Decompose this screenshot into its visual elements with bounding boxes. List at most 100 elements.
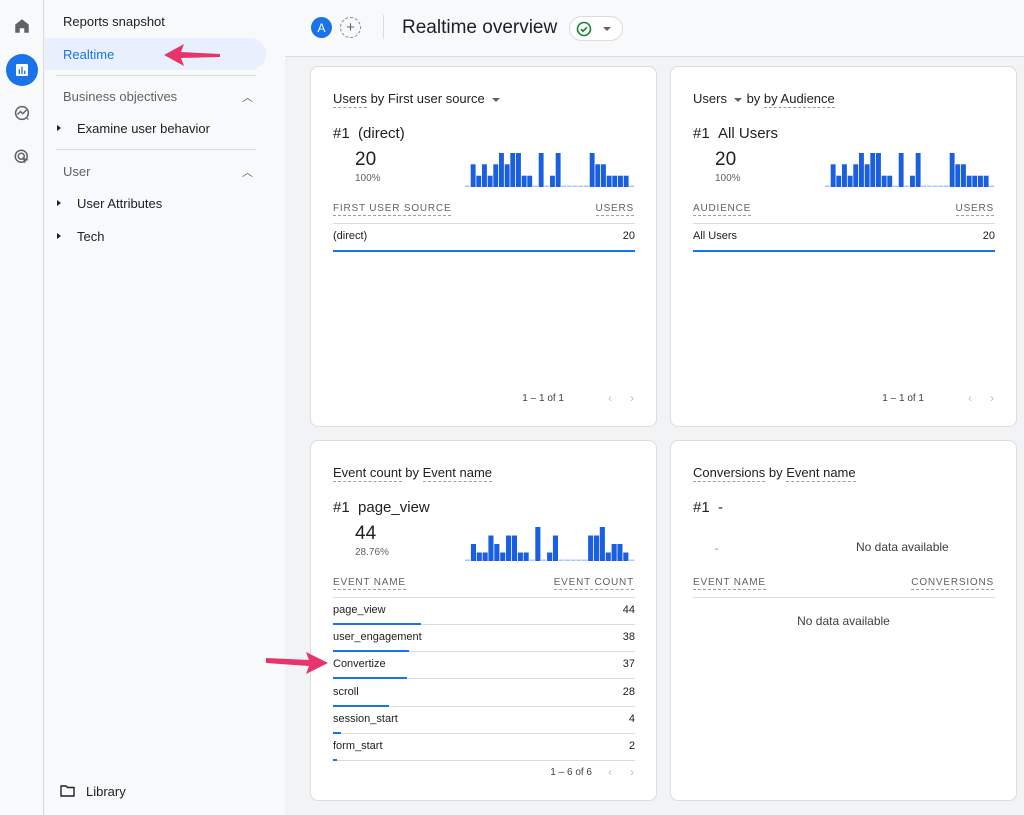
sparkline-bar[interactable] (599, 527, 605, 561)
sparkline-bar[interactable] (521, 175, 527, 187)
nav-examine-user-behavior[interactable]: Examine user behavior (77, 121, 210, 136)
sparkline-bar[interactable] (555, 153, 561, 187)
sparkline-bar[interactable] (949, 153, 955, 187)
table-row[interactable]: form_start 2 (333, 734, 635, 761)
nav-tech[interactable]: Tech (77, 229, 104, 244)
nav-user-attributes[interactable]: User Attributes (77, 196, 162, 211)
sparkline-bar[interactable] (830, 164, 836, 187)
column-header-users[interactable]: USERS (955, 203, 994, 216)
sparkline-bar[interactable] (961, 164, 966, 187)
sparkline-bar[interactable] (629, 559, 635, 562)
sparkline-bar[interactable] (594, 535, 600, 562)
sparkline-bar[interactable] (527, 175, 533, 187)
sparkline-bar[interactable] (465, 559, 471, 562)
table-row[interactable]: page_view 44 (333, 598, 635, 625)
sparkline-bar[interactable] (629, 185, 635, 188)
dimension-selector[interactable]: Event name (786, 465, 856, 482)
sparkline-bar[interactable] (915, 153, 921, 187)
sparkline-bar[interactable] (623, 175, 629, 187)
sparkline-bar[interactable] (564, 559, 570, 562)
sparkline-bar[interactable] (584, 185, 589, 188)
sparkline-bar[interactable] (541, 559, 547, 562)
sparkline-bar[interactable] (572, 185, 578, 188)
sparkline-bar[interactable] (898, 153, 904, 187)
sparkline-bar[interactable] (881, 175, 887, 187)
sparkline-bar[interactable] (578, 185, 584, 188)
table-row[interactable]: session_start 4 (333, 707, 635, 734)
sparkline-bar[interactable] (493, 164, 499, 187)
sparkline-bar[interactable] (488, 535, 494, 562)
sparkline-bar[interactable] (966, 175, 972, 187)
sparkline-bar[interactable] (989, 185, 995, 188)
sparkline-bar[interactable] (487, 175, 493, 187)
sparkline-bar[interactable] (470, 544, 476, 561)
column-header-event-name[interactable]: EVENT NAME (333, 577, 406, 590)
advertising-icon[interactable] (6, 141, 38, 173)
sparkline-bar[interactable] (983, 175, 989, 187)
sparkline-bar[interactable] (611, 544, 617, 561)
sparkline-bar[interactable] (510, 153, 516, 187)
explore-icon[interactable] (6, 97, 38, 129)
sparkline-bar[interactable] (847, 175, 853, 187)
reports-icon[interactable] (6, 54, 38, 86)
sparkline-bar[interactable] (606, 175, 612, 187)
nav-library[interactable]: Library (86, 784, 126, 799)
dimension-selector[interactable]: Event name (422, 465, 492, 482)
sparkline-bar[interactable] (538, 153, 544, 187)
data-quality-status-button[interactable] (569, 16, 623, 41)
next-page-icon[interactable]: › (630, 765, 634, 779)
sparkline-bar[interactable] (517, 552, 523, 562)
sparkline-bar[interactable] (544, 185, 550, 188)
sparkline-bar[interactable] (836, 175, 842, 187)
sparkline-bar[interactable] (825, 185, 830, 188)
sparkline-bar[interactable] (978, 175, 983, 187)
sparkline-bar[interactable] (623, 552, 629, 562)
metric-selector[interactable]: Users (693, 91, 727, 106)
sparkline-bar[interactable] (972, 175, 978, 187)
sparkline-bar[interactable] (504, 164, 510, 187)
sparkline-bar[interactable] (561, 185, 567, 188)
sparkline-bar[interactable] (853, 164, 859, 187)
caret-down-icon[interactable] (733, 97, 742, 102)
sparkline-bar[interactable] (617, 544, 623, 561)
nav-section-business-objectives[interactable]: Business objectives (63, 89, 177, 104)
sparkline-bar[interactable] (904, 185, 910, 188)
next-page-icon[interactable]: › (630, 391, 634, 405)
sparkline-bar[interactable] (932, 185, 938, 188)
sparkline-bar[interactable] (511, 535, 517, 562)
sparkline-bar[interactable] (910, 175, 915, 187)
sparkline-bar[interactable] (859, 153, 864, 187)
expand-triangle-icon[interactable] (57, 233, 61, 239)
sparkline-bar[interactable] (870, 153, 876, 187)
table-row[interactable]: All Users 20 (693, 224, 995, 252)
sparkline-bar[interactable] (470, 164, 476, 187)
nav-reports-snapshot[interactable]: Reports snapshot (63, 14, 165, 29)
sparkline-bar[interactable] (529, 559, 535, 562)
column-header-event-count[interactable]: EVENT COUNT (553, 577, 634, 590)
sparkline-bar[interactable] (523, 552, 529, 562)
sparkline-bar[interactable] (499, 153, 504, 187)
sparkline-bar[interactable] (601, 164, 606, 187)
sparkline-bar[interactable] (567, 185, 572, 188)
table-row[interactable]: (direct) 20 (333, 224, 635, 252)
sparkline-bar[interactable] (582, 559, 588, 562)
table-row[interactable]: scroll 28 (333, 680, 635, 707)
metric-selector[interactable]: Event count (333, 465, 402, 482)
next-page-icon[interactable]: › (990, 391, 994, 405)
sparkline-bar[interactable] (476, 175, 482, 187)
sparkline-bar[interactable] (842, 164, 847, 187)
caret-down-icon[interactable] (492, 97, 501, 102)
table-row[interactable]: user_engagement 38 (333, 625, 635, 653)
nav-section-user[interactable]: User (63, 164, 90, 179)
column-header-first-user-source[interactable]: FIRST USER SOURCE (333, 203, 452, 216)
add-comparison-button[interactable]: + (340, 17, 361, 38)
metric-selector[interactable]: Users (333, 91, 367, 108)
sparkline-bar[interactable] (618, 175, 623, 187)
nav-realtime[interactable]: Realtime (63, 47, 114, 62)
sparkline-bar[interactable] (955, 164, 961, 187)
prev-page-icon[interactable]: ‹ (608, 765, 612, 779)
prev-page-icon[interactable]: ‹ (968, 391, 972, 405)
sparkline-bar[interactable] (944, 185, 949, 188)
sparkline-bar[interactable] (927, 185, 932, 188)
sparkline-bar[interactable] (864, 164, 870, 187)
